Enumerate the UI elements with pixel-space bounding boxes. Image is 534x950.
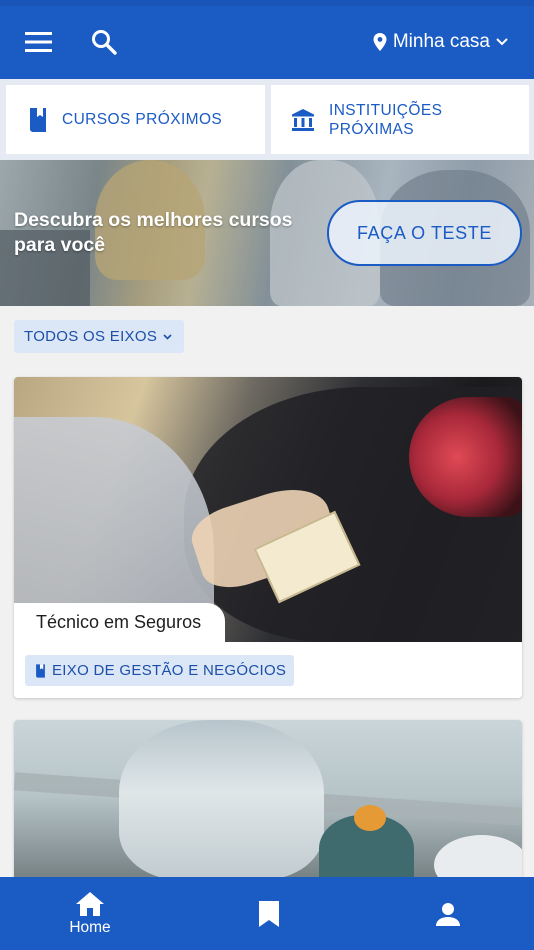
photo-taillight: [409, 397, 522, 517]
course-title: Técnico em Seguros: [14, 603, 226, 642]
course-axis-badge: EIXO DE GESTÃO E NEGÓCIOS: [25, 655, 295, 686]
search-button[interactable]: [84, 22, 124, 62]
chevron-down-icon: [163, 333, 172, 340]
axis-filter-dropdown[interactable]: TODOS OS EIXOS: [14, 320, 185, 353]
profile-icon: [436, 902, 460, 926]
status-bar: [0, 0, 534, 6]
location-pin-icon: [373, 33, 387, 51]
nav-home-label: Home: [69, 918, 111, 936]
course-image: [14, 720, 522, 890]
hero-tagline: Descubra os melhores cursos para você: [14, 209, 293, 256]
book-icon: [30, 107, 46, 132]
hero-banner: Descubra os melhores cursos para você FA…: [0, 160, 534, 306]
app-bar: Minha casa: [0, 0, 534, 79]
course-card[interactable]: [14, 720, 522, 890]
nav-saved[interactable]: [219, 877, 319, 950]
location-label: Minha casa: [392, 31, 490, 52]
institution-icon: [292, 108, 314, 131]
take-test-button[interactable]: FAÇA O TESTE: [327, 200, 522, 266]
menu-icon: [25, 32, 52, 52]
menu-button[interactable]: [18, 24, 60, 60]
course-axis-label: EIXO DE GESTÃO E NEGÓCIOS: [52, 662, 287, 679]
location-selector[interactable]: Minha casa: [373, 26, 508, 58]
chevron-down-icon: [496, 38, 508, 46]
home-icon: [76, 891, 104, 916]
nearby-institutions-button[interactable]: INSTITUIÇÕES PRÓXIMAS: [271, 85, 529, 154]
photo-airplane: [119, 720, 324, 880]
nearby-courses-label: CURSOS PRÓXIMOS: [62, 111, 223, 128]
course-card[interactable]: Técnico em Seguros EIXO DE GESTÃO E NEGÓ…: [14, 377, 522, 698]
nav-profile[interactable]: [398, 877, 498, 950]
nearby-courses-button[interactable]: CURSOS PRÓXIMOS: [6, 85, 265, 154]
nearby-institutions-label: INSTITUIÇÕES PRÓXIMAS: [329, 101, 443, 138]
shortcut-row: CURSOS PRÓXIMOS INSTITUIÇÕES PRÓXIMAS: [0, 79, 534, 160]
axis-filter-label: TODOS OS EIXOS: [24, 328, 158, 345]
book-icon: [36, 663, 45, 678]
search-icon: [92, 30, 117, 55]
bookmark-icon: [259, 900, 279, 927]
nav-home[interactable]: Home: [40, 877, 140, 950]
bottom-navigation: Home: [0, 877, 534, 950]
photo-helmet: [354, 805, 386, 831]
